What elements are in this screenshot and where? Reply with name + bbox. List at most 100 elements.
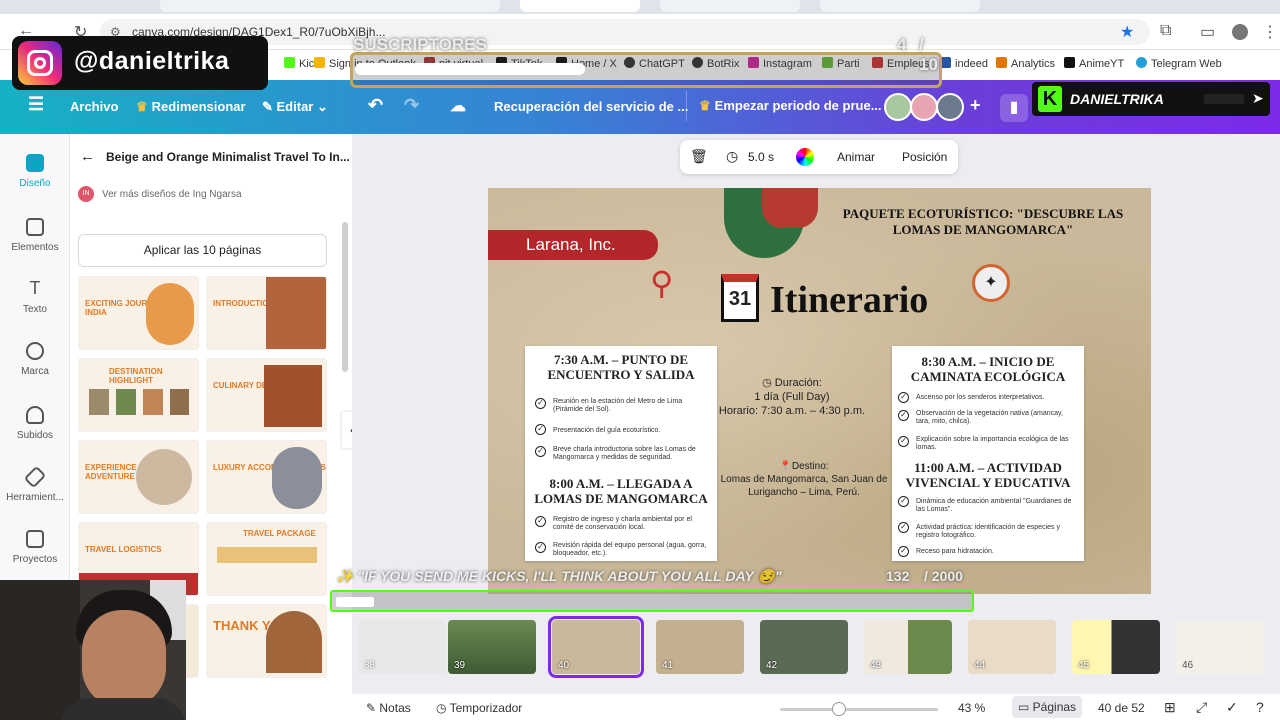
check-icon: ✓ — [535, 542, 546, 553]
collaborator-avatar[interactable] — [936, 93, 964, 121]
collaborator-avatar[interactable] — [910, 93, 938, 121]
pages-button[interactable]: ▭ Páginas — [1012, 696, 1083, 718]
rail-texto[interactable]: T Texto — [0, 278, 70, 315]
browser-menu-icon[interactable]: ⋮ — [1262, 22, 1278, 42]
recovery-notice[interactable]: Recuperación del servicio de ... — [494, 99, 688, 114]
undo-icon[interactable]: ↶ — [368, 95, 383, 116]
text-icon: T — [29, 278, 41, 298]
page-thumb[interactable]: 44 — [968, 620, 1056, 674]
template-page-thumb[interactable]: EXPERIENCE THE NEW ADVENTURE — [78, 440, 199, 514]
timer-icon: ◷ — [436, 701, 450, 715]
duration-button[interactable]: 5.0 s — [748, 150, 774, 164]
itinerary-item: Presentación del guía ecoturístico. — [553, 427, 661, 434]
bookmark-telegram[interactable]: Telegram Web — [1136, 57, 1222, 70]
page-thumb-selected[interactable]: 40 — [548, 616, 644, 678]
slide-canvas[interactable]: Larana, Inc. PAQUETE ECOTURÍSTICO: "DESC… — [488, 188, 1151, 594]
posicion-button[interactable]: Posición — [902, 150, 947, 164]
check-icon: ✓ — [898, 436, 909, 447]
browser-tab-active[interactable] — [520, 0, 640, 12]
color-wheel-icon[interactable] — [796, 148, 814, 166]
cloud-sync-icon[interactable]: ☁ — [450, 96, 466, 116]
check-icon: ✓ — [898, 392, 909, 403]
template-page-thumb[interactable]: INTRODUCTION — [206, 276, 327, 350]
author-link[interactable]: Ver más diseños de Ing Ngarsa — [102, 189, 242, 200]
bookmark-animeyt[interactable]: AnimeYT — [1064, 57, 1124, 70]
notes-button[interactable]: ✎ Notas — [366, 701, 411, 715]
check-icon: ✓ — [535, 424, 546, 435]
zoom-slider-handle[interactable] — [832, 702, 846, 716]
browser-tab[interactable] — [820, 0, 980, 12]
help-icon[interactable]: ? — [1256, 699, 1264, 715]
collaborator-avatar[interactable] — [884, 93, 912, 121]
subscribers-progress-fill — [355, 63, 585, 75]
check-icon: ✓ — [535, 398, 546, 409]
notes-icon: ✎ — [366, 701, 380, 715]
rail-proyectos[interactable]: Proyectos — [0, 530, 70, 565]
fullscreen-icon[interactable]: ⤢ — [1196, 699, 1207, 716]
hamburger-menu-icon[interactable]: ☰ — [28, 94, 44, 115]
check-status-icon[interactable]: ✓ — [1226, 699, 1238, 716]
itinerary-item: Receso para hidratación. — [916, 548, 994, 555]
page-thumb[interactable]: 43 — [864, 620, 952, 674]
cast-icon[interactable]: ▭ — [1200, 22, 1215, 42]
archivo-menu[interactable]: Archivo — [70, 99, 118, 114]
page-thumb[interactable]: 42 — [760, 620, 848, 674]
animar-button[interactable]: Animar — [837, 150, 875, 164]
template-page-thumb[interactable]: CULINARY DELIGHTS — [206, 358, 327, 432]
zoom-slider-track[interactable] — [780, 708, 938, 711]
template-page-thumb[interactable]: DESTINATION HIGHLIGHT — [78, 358, 199, 432]
trash-icon[interactable]: 🗑 — [690, 148, 708, 165]
template-page-thumb[interactable]: THANK YOU — [206, 604, 327, 678]
itinerary-card-left: 7:30 A.M. – PUNTO DE ENCUENTRO Y SALIDA … — [525, 346, 717, 561]
zoom-level[interactable]: 43 % — [958, 701, 985, 715]
itinerary-heading: Itinerario — [770, 279, 929, 321]
editar-dropdown[interactable]: ✎ Editar ⌄ — [262, 99, 328, 115]
page-counter[interactable]: 40 de 52 — [1098, 701, 1145, 715]
add-collaborator-icon[interactable]: + — [970, 95, 981, 116]
subscribers-label: SUSCRIPTORES — [353, 35, 487, 54]
itinerary-item: Reunión en la estación del Metro de Lima… — [553, 398, 683, 413]
elements-icon — [26, 218, 44, 236]
clock-icon: ◷ — [726, 148, 739, 164]
cursor-icon: ➤ — [1252, 90, 1264, 106]
redo-icon[interactable]: ↷ — [404, 95, 419, 116]
page-thumb[interactable]: 38 — [358, 620, 446, 674]
rail-herramientas[interactable]: Herramient... — [0, 465, 70, 503]
bookmark-indeed[interactable]: indeed — [940, 57, 988, 70]
rail-subidos[interactable]: Subidos — [0, 406, 70, 441]
template-page-thumb[interactable]: LUXURY ACCOMMODATIONS — [206, 440, 327, 514]
trial-button[interactable]: ♛ Empezar periodo de prue... — [686, 91, 882, 121]
company-name: Larana, Inc. — [526, 235, 616, 254]
template-title: Beige and Orange Minimalist Travel To In… — [106, 150, 350, 164]
grid-view-icon[interactable]: ⊞ — [1164, 699, 1176, 716]
panel-scrollbar[interactable] — [342, 222, 348, 372]
extensions-icon[interactable]: ⧉ — [1160, 22, 1171, 40]
page-thumb[interactable]: 39 — [448, 620, 536, 674]
page-thumb[interactable]: 46 — [1176, 620, 1264, 674]
rail-elementos[interactable]: Elementos — [0, 218, 70, 253]
template-page-thumb[interactable]: EXCITING JOURNEY TO INDIA — [78, 276, 199, 350]
time-block-heading: 7:30 A.M. – PUNTO DE ENCUENTRO Y SALIDA — [547, 352, 695, 382]
timer-button[interactable]: ◷ Temporizador — [436, 701, 522, 715]
browser-tab[interactable] — [160, 0, 500, 12]
page-thumb[interactable]: 45 — [1072, 620, 1160, 674]
crown-icon: ♛ — [136, 99, 148, 114]
back-arrow-icon[interactable]: ← — [80, 148, 95, 165]
itinerary-item: Explicación sobre la importancia ecológi… — [916, 436, 1069, 451]
decorative-flower — [762, 188, 818, 228]
compass-icon: ✦ — [972, 264, 1010, 302]
rail-diseno[interactable]: Diseño — [0, 154, 70, 189]
apply-all-pages-button[interactable]: Aplicar las 10 páginas — [78, 234, 327, 267]
bookmark-analytics[interactable]: Analytics — [996, 57, 1055, 70]
browser-tab[interactable] — [660, 0, 800, 12]
bookmark-star-icon[interactable]: ★ — [1120, 22, 1134, 42]
check-icon: ✓ — [535, 516, 546, 527]
rail-marca[interactable]: Marca — [0, 342, 70, 377]
template-page-thumb[interactable]: TRAVEL PACKAGE — [206, 522, 327, 596]
page-thumb[interactable]: 41 — [656, 620, 744, 674]
instagram-overlay: @danieltrika — [12, 36, 268, 90]
profile-avatar[interactable] — [1232, 24, 1248, 40]
itinerary-item: Dinámica de educación ambiental "Guardia… — [916, 498, 1072, 513]
analytics-icon[interactable]: ▮ — [1000, 94, 1028, 122]
redimensionar-button[interactable]: ♛ Redimensionar — [136, 99, 246, 115]
